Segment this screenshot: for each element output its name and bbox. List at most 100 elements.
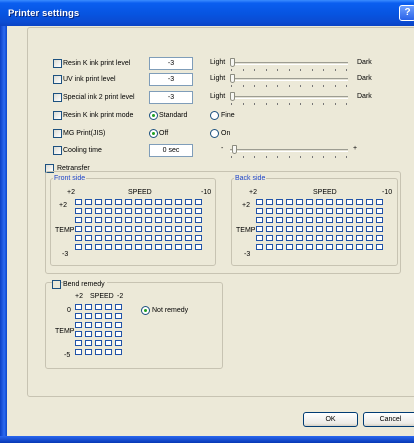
title-bar[interactable]: Printer settings ?: [0, 0, 414, 26]
grid-cell[interactable]: [366, 208, 373, 214]
grid-cell[interactable]: [135, 199, 142, 205]
grid-cell[interactable]: [145, 199, 152, 205]
grid-cell[interactable]: [376, 199, 383, 205]
grid-cell[interactable]: [326, 226, 333, 232]
grid-cell[interactable]: [75, 331, 82, 337]
grid-cell[interactable]: [266, 235, 273, 241]
grid-cell[interactable]: [306, 235, 313, 241]
not-remedy-radio[interactable]: [141, 306, 150, 315]
grid-cell[interactable]: [185, 208, 192, 214]
grid-cell[interactable]: [75, 313, 82, 319]
grid-cell[interactable]: [115, 313, 122, 319]
grid-cell[interactable]: [286, 244, 293, 250]
grid-cell[interactable]: [276, 235, 283, 241]
grid-cell[interactable]: [195, 235, 202, 241]
grid-cell[interactable]: [125, 217, 132, 223]
mg-print-checkbox[interactable]: [53, 129, 62, 138]
grid-cell[interactable]: [185, 244, 192, 250]
grid-cell[interactable]: [336, 235, 343, 241]
grid-cell[interactable]: [256, 217, 263, 223]
grid-cell[interactable]: [366, 226, 373, 232]
grid-cell[interactable]: [95, 226, 102, 232]
grid-cell[interactable]: [125, 208, 132, 214]
grid-cell[interactable]: [75, 199, 82, 205]
grid-cell[interactable]: [165, 244, 172, 250]
grid-cell[interactable]: [195, 226, 202, 232]
grid-cell[interactable]: [175, 226, 182, 232]
grid-cell[interactable]: [75, 217, 82, 223]
mode-standard-radio[interactable]: [149, 111, 158, 120]
grid-cell[interactable]: [105, 304, 112, 310]
grid-cell[interactable]: [195, 208, 202, 214]
grid-cell[interactable]: [95, 340, 102, 346]
grid-cell[interactable]: [356, 208, 363, 214]
grid-cell[interactable]: [356, 226, 363, 232]
mg-off-radio[interactable]: [149, 129, 158, 138]
grid-cell[interactable]: [125, 244, 132, 250]
grid-cell[interactable]: [356, 199, 363, 205]
grid-cell[interactable]: [175, 235, 182, 241]
grid-cell[interactable]: [105, 235, 112, 241]
grid-cell[interactable]: [266, 208, 273, 214]
grid-cell[interactable]: [185, 199, 192, 205]
grid-cell[interactable]: [155, 217, 162, 223]
grid-cell[interactable]: [366, 244, 373, 250]
grid-cell[interactable]: [306, 226, 313, 232]
grid-cell[interactable]: [115, 322, 122, 328]
grid-cell[interactable]: [75, 244, 82, 250]
grid-cell[interactable]: [175, 244, 182, 250]
grid-cell[interactable]: [115, 244, 122, 250]
grid-cell[interactable]: [296, 235, 303, 241]
grid-cell[interactable]: [336, 244, 343, 250]
help-button[interactable]: ?: [399, 5, 414, 21]
grid-cell[interactable]: [135, 235, 142, 241]
grid-cell[interactable]: [256, 208, 263, 214]
grid-cell[interactable]: [185, 217, 192, 223]
grid-cell[interactable]: [185, 235, 192, 241]
grid-cell[interactable]: [336, 217, 343, 223]
grid-cell[interactable]: [276, 217, 283, 223]
grid-cell[interactable]: [286, 217, 293, 223]
grid-cell[interactable]: [316, 226, 323, 232]
grid-cell[interactable]: [336, 226, 343, 232]
grid-cell[interactable]: [366, 217, 373, 223]
grid-cell[interactable]: [276, 199, 283, 205]
grid-cell[interactable]: [105, 208, 112, 214]
cooling-time-slider-thumb[interactable]: [232, 145, 237, 154]
grid-cell[interactable]: [105, 244, 112, 250]
grid-cell[interactable]: [115, 235, 122, 241]
grid-cell[interactable]: [356, 235, 363, 241]
grid-cell[interactable]: [376, 217, 383, 223]
grid-cell[interactable]: [175, 199, 182, 205]
grid-cell[interactable]: [85, 217, 92, 223]
grid-cell[interactable]: [115, 199, 122, 205]
grid-cell[interactable]: [276, 244, 283, 250]
resin-k-level-slider-thumb[interactable]: [230, 58, 235, 67]
grid-cell[interactable]: [276, 226, 283, 232]
grid-cell[interactable]: [135, 244, 142, 250]
resin-k-level-slider[interactable]: [230, 62, 348, 65]
grid-cell[interactable]: [266, 199, 273, 205]
grid-cell[interactable]: [376, 226, 383, 232]
grid-cell[interactable]: [155, 244, 162, 250]
grid-cell[interactable]: [306, 217, 313, 223]
grid-cell[interactable]: [155, 226, 162, 232]
grid-cell[interactable]: [306, 199, 313, 205]
grid-cell[interactable]: [85, 235, 92, 241]
grid-cell[interactable]: [105, 217, 112, 223]
grid-cell[interactable]: [286, 199, 293, 205]
grid-cell[interactable]: [155, 208, 162, 214]
resin-k-mode-checkbox[interactable]: [53, 111, 62, 120]
grid-cell[interactable]: [165, 199, 172, 205]
grid-cell[interactable]: [266, 226, 273, 232]
grid-cell[interactable]: [145, 226, 152, 232]
grid-cell[interactable]: [256, 244, 263, 250]
grid-cell[interactable]: [85, 244, 92, 250]
grid-cell[interactable]: [85, 208, 92, 214]
grid-cell[interactable]: [85, 349, 92, 355]
grid-cell[interactable]: [145, 235, 152, 241]
grid-cell[interactable]: [296, 226, 303, 232]
grid-cell[interactable]: [115, 340, 122, 346]
grid-cell[interactable]: [326, 244, 333, 250]
grid-cell[interactable]: [316, 217, 323, 223]
